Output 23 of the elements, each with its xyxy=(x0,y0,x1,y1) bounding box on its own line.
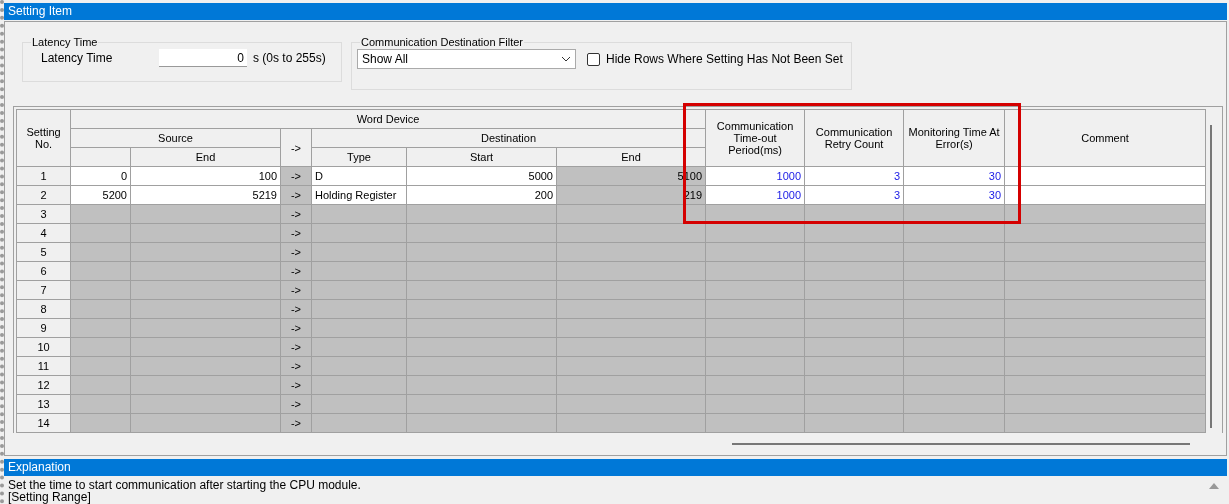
column-header: Setting No. xyxy=(16,109,71,167)
column-header: -> xyxy=(280,128,312,167)
filter-dropdown[interactable]: Show All xyxy=(357,49,576,69)
scrollbar-thumb[interactable] xyxy=(1210,125,1212,428)
column-header: Communication Time-out Period(ms) xyxy=(705,109,805,167)
checkbox[interactable] xyxy=(587,52,600,66)
panel-title: Setting Item xyxy=(4,3,1227,20)
scrollbar-thumb[interactable] xyxy=(732,443,1190,445)
group-title: Latency Time xyxy=(31,36,99,48)
unit-label: s (0s to 255s) xyxy=(253,51,326,65)
column-header: Communication Retry Count xyxy=(804,109,904,167)
latency-input[interactable]: 0 xyxy=(159,49,247,67)
panel-title: Explanation xyxy=(4,459,1227,476)
column-group-header: Word Device xyxy=(70,109,706,129)
explanation-text: Set the time to start communication after starting the CPU module. xyxy=(8,479,361,491)
chevron-down-icon xyxy=(561,56,571,62)
checkbox-label: Hide Rows Where Setting Has Not Been Set xyxy=(606,52,843,66)
explanation-text: [Setting Range] xyxy=(8,491,92,503)
column-header: Monitoring Time At Error(s) xyxy=(903,109,1005,167)
scroll-up-icon[interactable] xyxy=(1209,483,1219,489)
field-label: Latency Time xyxy=(40,51,114,65)
column-header: Comment xyxy=(1004,109,1206,167)
group-title: Communication Destination Filter xyxy=(360,36,524,48)
